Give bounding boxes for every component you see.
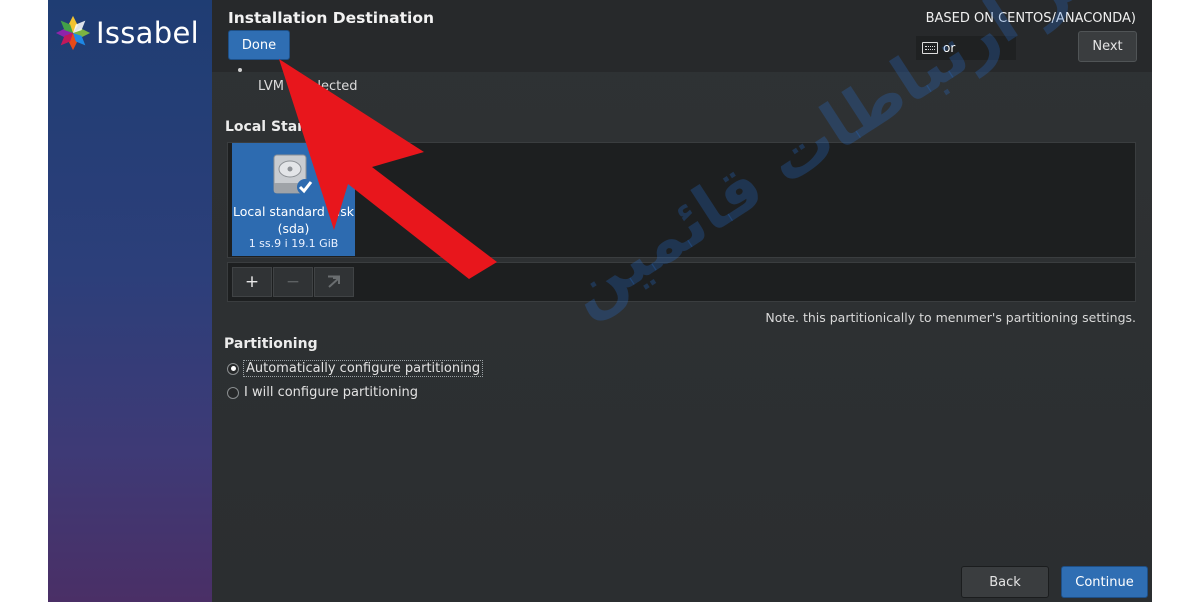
partitioning-heading: Partitioning	[224, 336, 318, 352]
custom-partitioning-label[interactable]: I will configure partitioning	[244, 385, 418, 400]
brand-name: Issabel	[96, 16, 199, 50]
disk-name: Local standard disk	[233, 204, 354, 219]
product-label: BASED ON CENTOS/ANACONDA)	[925, 11, 1136, 26]
disk-tile-sda[interactable]: Local standard disk (sda) 1 ss.9 i 19.1 …	[232, 143, 355, 256]
auto-partitioning-label[interactable]: Automatically configure partitioning	[242, 360, 484, 377]
continue-button[interactable]: Continue	[1061, 566, 1148, 598]
back-button[interactable]: Back	[961, 566, 1049, 598]
hard-disk-icon	[273, 154, 313, 195]
installer-window: Issabel Installation Destination Done BA…	[48, 0, 1152, 602]
auto-partitioning-radio[interactable]	[227, 362, 239, 375]
partitioning-note: Note. this partitionically to menımer's …	[765, 310, 1136, 325]
auto-partitioning-option[interactable]: Automatically configure partitioning	[227, 360, 484, 377]
local-disks-heading: Local Standar	[225, 119, 334, 135]
keyboard-layout-label: or	[943, 41, 956, 55]
lvm-status-text: LVM is selected	[258, 79, 358, 94]
lvm-bullet	[238, 68, 242, 72]
brand-logo: Issabel	[54, 14, 199, 52]
done-button[interactable]: Done	[228, 30, 290, 60]
refresh-icon	[328, 275, 340, 288]
refresh-disks-button[interactable]	[314, 267, 354, 297]
disk-toolbar	[227, 262, 1136, 302]
remove-disk-button[interactable]: −	[273, 267, 313, 297]
header-bar: Installation Destination Done BASED ON C…	[212, 0, 1152, 72]
issabel-logo-icon	[55, 15, 91, 51]
disk-name-label: Local standard disk (sda)	[232, 203, 355, 237]
disk-selection-area	[227, 142, 1136, 258]
page-title: Installation Destination	[228, 9, 435, 27]
keyboard-icon	[922, 42, 938, 54]
sidebar: Issabel	[48, 0, 212, 602]
add-disk-button[interactable]: +	[232, 267, 272, 297]
disk-device: (sda)	[277, 221, 310, 236]
main-panel: Installation Destination Done BASED ON C…	[212, 0, 1152, 602]
next-button[interactable]: Next	[1078, 31, 1137, 62]
custom-partitioning-option[interactable]: I will configure partitioning	[227, 385, 418, 400]
custom-partitioning-radio[interactable]	[227, 386, 239, 399]
keyboard-layout-indicator[interactable]: or	[916, 36, 1016, 60]
disk-size: 1 ss.9 i 19.1 GiB	[248, 237, 339, 250]
